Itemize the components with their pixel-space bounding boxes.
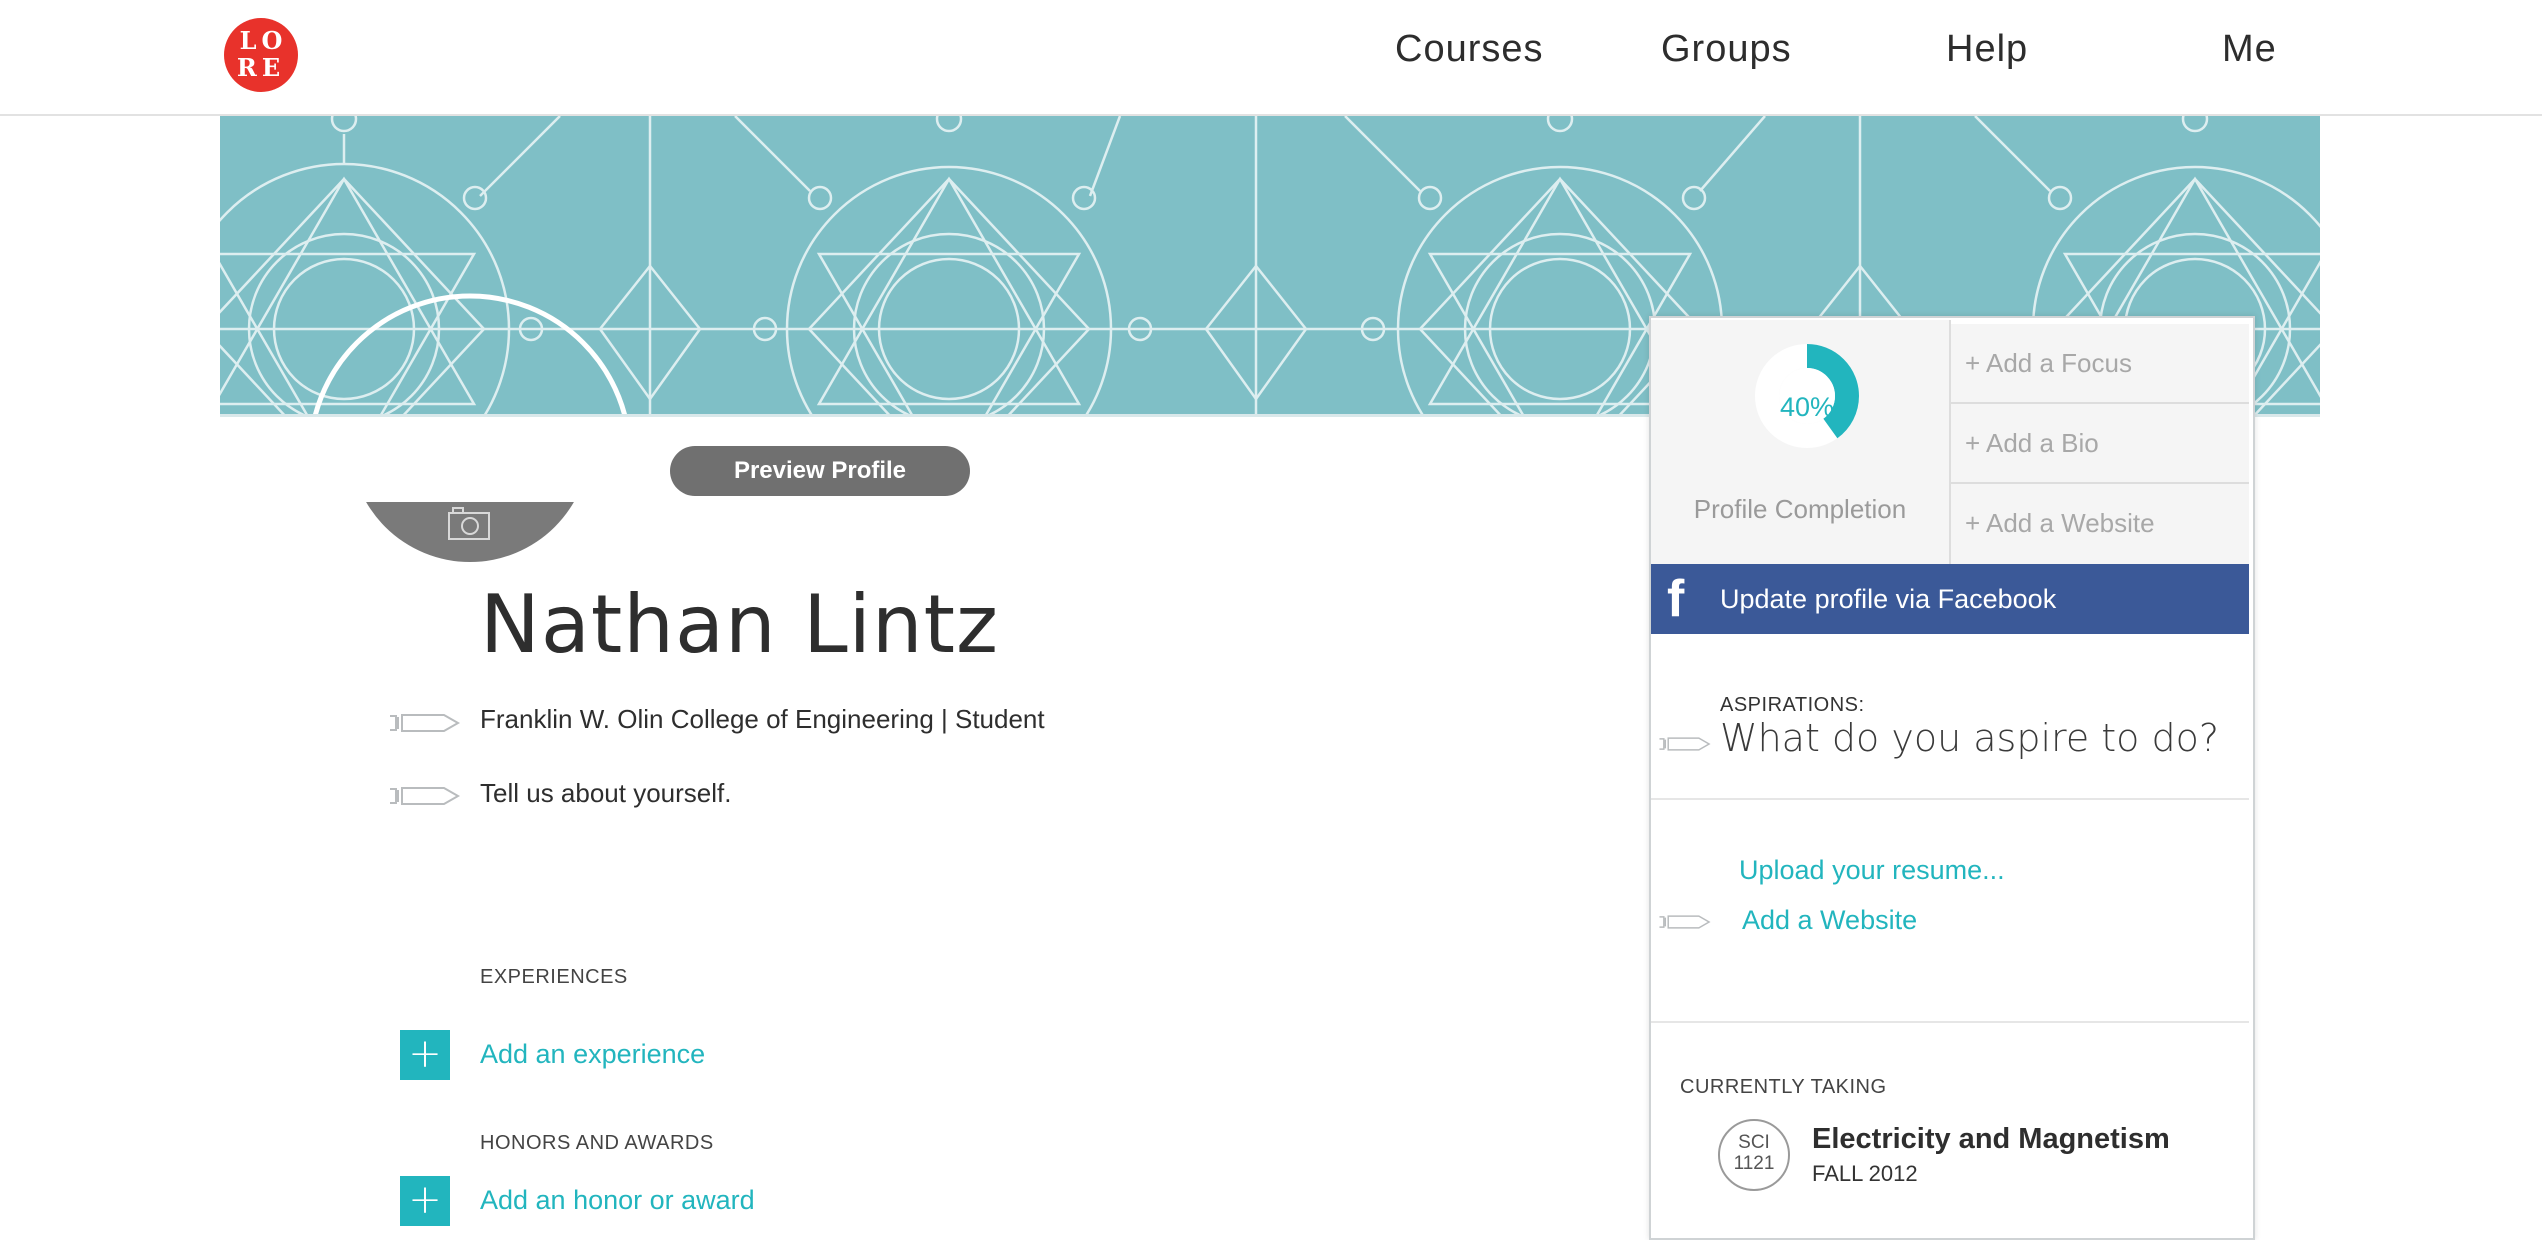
nav-help[interactable]: Help <box>1946 28 2028 71</box>
completion-percent: 40% <box>1779 392 1835 422</box>
facebook-button-label: Update profile via Facebook <box>1720 584 2057 614</box>
facebook-icon: f <box>1667 570 1685 628</box>
add-experience-link[interactable]: Add an experience <box>480 1039 705 1070</box>
add-focus-link[interactable]: + Add a Focus <box>1951 324 2249 404</box>
course-term: FALL 2012 <box>1812 1161 1918 1186</box>
completion-label: Profile Completion <box>1693 494 1907 524</box>
experiences-label: EXPERIENCES <box>480 966 628 988</box>
currently-taking-label: CURRENTLY TAKING <box>1680 1076 1887 1098</box>
aspirations-prompt[interactable]: What do you aspire to do? <box>1720 716 2219 760</box>
top-navigation-bar <box>0 0 2542 116</box>
profile-name: Nathan Lintz <box>480 578 999 671</box>
school-line[interactable]: Franklin W. Olin College of Engineering … <box>480 704 1045 735</box>
add-honor-plus-icon[interactable]: + <box>400 1176 450 1226</box>
add-website-link[interactable]: + Add a Website <box>1951 484 2249 564</box>
honors-label: HONORS AND AWARDS <box>480 1132 714 1154</box>
pencil-icon[interactable] <box>388 712 462 734</box>
pencil-icon[interactable] <box>1658 911 1732 933</box>
nav-courses[interactable]: Courses <box>1395 28 1544 71</box>
course-title[interactable]: Electricity and Magnetism <box>1812 1123 2170 1156</box>
about-prompt[interactable]: Tell us about yourself. <box>480 778 731 809</box>
add-bio-link[interactable]: + Add a Bio <box>1951 404 2249 484</box>
update-via-facebook-button[interactable]: f Update profile via Facebook <box>1651 564 2249 634</box>
panel-divider <box>1651 798 2249 800</box>
preview-profile-button[interactable]: Preview Profile <box>670 446 970 496</box>
aspirations-label: ASPIRATIONS: <box>1720 694 1865 716</box>
logo-text: LO RE <box>236 26 288 82</box>
panel-divider <box>1651 1021 2249 1023</box>
pencil-icon[interactable] <box>388 785 462 807</box>
nav-groups[interactable]: Groups <box>1661 28 1792 71</box>
upload-resume-link[interactable]: Upload your resume... <box>1739 855 2005 886</box>
camera-icon[interactable] <box>447 505 491 541</box>
add-website-panel-link[interactable]: Add a Website <box>1742 905 1917 936</box>
nav-me[interactable]: Me <box>2222 28 2277 71</box>
add-experience-plus-icon[interactable]: + <box>400 1030 450 1080</box>
add-honor-link[interactable]: Add an honor or award <box>480 1185 755 1216</box>
lore-logo[interactable]: LO RE <box>224 18 298 92</box>
course-code: SCI 1121 <box>1733 1132 1775 1174</box>
